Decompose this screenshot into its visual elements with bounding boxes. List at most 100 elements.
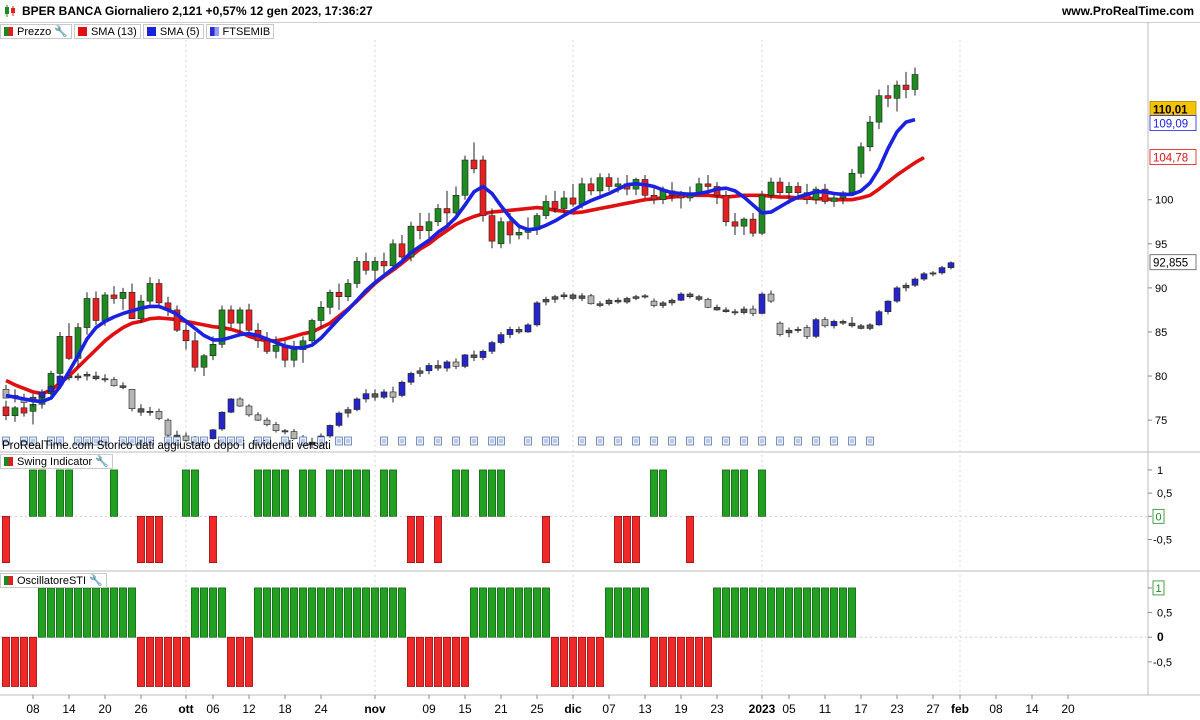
ftse-body xyxy=(92,375,100,379)
price-candle xyxy=(902,71,910,99)
doc-icon xyxy=(452,436,460,446)
ftse-candle xyxy=(704,297,712,309)
ftse-candle xyxy=(533,301,541,327)
price-candle xyxy=(569,183,577,207)
ftse-body xyxy=(254,414,262,421)
ftse-candle xyxy=(650,298,658,308)
ftse-body xyxy=(434,365,442,369)
swing-bar xyxy=(722,469,730,517)
price-candle xyxy=(344,279,352,302)
event-icon xyxy=(740,436,748,446)
ftse-candle xyxy=(461,354,469,369)
x-tick-label: 11 xyxy=(819,702,832,716)
ftse-body xyxy=(236,398,244,407)
price-body xyxy=(785,186,793,193)
ftse-candle xyxy=(542,296,550,306)
chart-canvas[interactable]: 7580859095100110,01109,09104,7892,85510,… xyxy=(0,0,1200,720)
swing-bar xyxy=(758,469,766,517)
swing-bar xyxy=(434,515,442,564)
swing-panel-label[interactable]: Swing Indicator 🔧 xyxy=(0,454,113,469)
sti-bar xyxy=(542,587,550,638)
x-tick-label: 14 xyxy=(62,702,76,716)
ftse-body xyxy=(812,319,820,337)
ftse-candle xyxy=(938,265,946,275)
ftse-candle xyxy=(848,316,856,328)
sti-bar xyxy=(776,587,784,638)
price-candle xyxy=(740,217,748,235)
price-body xyxy=(596,177,604,192)
price-body xyxy=(110,294,118,299)
price-body xyxy=(236,309,244,324)
sti-bar xyxy=(488,587,496,638)
sti-tick-label: 0 xyxy=(1157,630,1164,644)
sti-bar xyxy=(704,636,712,687)
price-badge-label: 104,78 xyxy=(1153,153,1188,165)
ftse-body xyxy=(695,296,703,300)
price-body xyxy=(11,407,19,417)
price-body xyxy=(650,195,658,201)
price-candle xyxy=(533,212,541,235)
sti-bar xyxy=(641,587,649,638)
ftse-candle xyxy=(407,371,415,385)
price-body xyxy=(902,84,910,90)
ftse-candle xyxy=(569,293,577,301)
doc-icon xyxy=(722,436,730,446)
swing-bar xyxy=(209,515,217,564)
price-body xyxy=(452,195,460,214)
price-body xyxy=(128,291,136,320)
price-body xyxy=(740,218,748,227)
ftse-candle xyxy=(101,374,109,383)
swing-bar xyxy=(497,469,505,517)
price-body xyxy=(605,177,613,187)
price-body xyxy=(830,197,838,202)
ftse-candle xyxy=(470,350,478,362)
event-icon xyxy=(812,436,820,446)
swing-bar xyxy=(542,515,550,564)
price-body xyxy=(911,74,919,90)
price-body xyxy=(344,283,352,297)
event-icon xyxy=(848,436,856,446)
ftse-candle xyxy=(272,421,280,433)
price-candle xyxy=(893,80,901,112)
ftse-candle xyxy=(74,373,82,381)
doc-icon xyxy=(704,436,712,446)
swing-tick-label: 1 xyxy=(1157,465,1163,477)
price-candle xyxy=(866,115,874,152)
event-icon xyxy=(524,436,532,446)
sti-tick-label: -0,5 xyxy=(1153,657,1172,669)
event-icon xyxy=(497,436,505,446)
swing-bar xyxy=(38,469,46,517)
sti-panel-title: OscillatoreSTI xyxy=(17,574,87,587)
ftse-candle xyxy=(686,292,694,299)
wrench-icon[interactable]: 🔧 xyxy=(95,455,109,468)
doc-icon xyxy=(632,436,640,446)
ftse-body xyxy=(38,391,46,398)
sti-bar xyxy=(452,636,460,687)
sti-bar xyxy=(263,587,271,638)
sti-bar xyxy=(614,587,622,638)
swing-bar xyxy=(254,469,262,517)
price-body xyxy=(83,298,91,328)
ftse-body xyxy=(578,295,586,299)
ftse-candle xyxy=(713,304,721,311)
ftse-body xyxy=(137,408,145,413)
ftse-body xyxy=(488,342,496,352)
event-icon xyxy=(488,436,496,446)
event-icon xyxy=(686,436,694,446)
sti-bar xyxy=(200,587,208,638)
swing-bar xyxy=(344,469,352,517)
sti-bar xyxy=(668,636,676,687)
price-body xyxy=(146,283,154,302)
price-badge-label: 92,855 xyxy=(1153,258,1188,270)
sti-bar xyxy=(650,636,658,687)
price-body xyxy=(353,261,361,284)
sti-panel-label[interactable]: OscillatoreSTI 🔧 xyxy=(0,573,107,588)
ftse-body xyxy=(641,295,649,298)
wrench-icon[interactable]: 🔧 xyxy=(89,574,103,587)
sti-bar xyxy=(389,587,397,638)
price-body xyxy=(434,208,442,223)
price-body xyxy=(560,197,568,209)
swing-bar xyxy=(326,469,334,517)
price-candle xyxy=(911,67,919,96)
ftse-body xyxy=(119,385,127,388)
